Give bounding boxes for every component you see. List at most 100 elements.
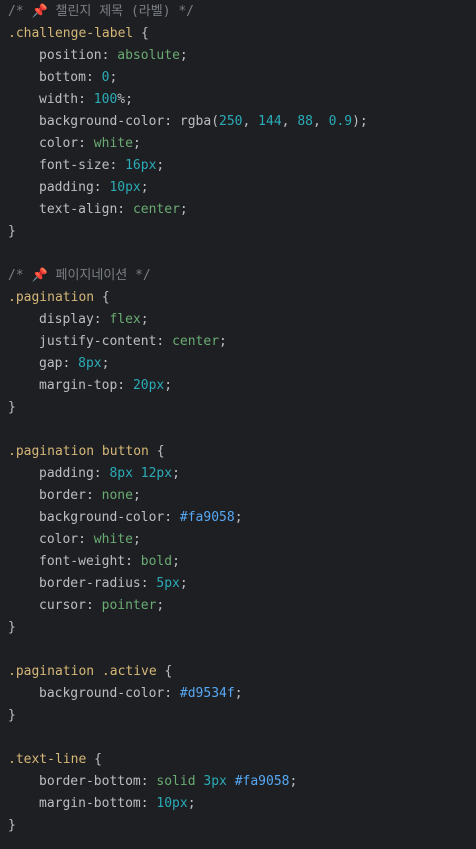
css-property: gap [39,356,63,371]
css-property: border [39,488,86,503]
css-number: 250 [219,114,243,129]
css-property: background-color [39,114,165,129]
css-value: 16px [125,158,157,173]
code-line: padding: 10px; [39,180,149,195]
code-line: color: white; [39,532,141,547]
css-value: solid [156,774,196,789]
code-line: font-size: 16px; [39,158,165,173]
code-line: } [8,818,16,833]
css-selector: .challenge-label [8,26,134,41]
code-line: cursor: pointer; [39,598,165,613]
css-property: bottom [39,70,86,85]
comment-open: /* [8,268,32,283]
css-value: 12px [140,466,173,481]
css-value: bold [140,554,173,569]
code-line: .text-line { [8,752,102,767]
css-property: color [39,532,79,547]
css-number: 88 [297,114,313,129]
css-value: 100 [93,92,118,107]
code-line: width: 100%; [39,92,133,107]
code-line: border: none; [39,488,141,503]
code-line: background-color: #fa9058; [39,510,243,525]
comment-text: 챌린지 제목 (라벨) */ [47,4,195,19]
code-line: position: absolute; [39,48,188,63]
code-line: border-radius: 5px; [39,576,188,591]
pin-icon: 📌 [31,268,48,283]
css-property: background-color [39,686,165,701]
code-line: text-align: center; [39,202,188,217]
code-line: .pagination .active { [8,664,173,679]
css-value: center [172,334,220,349]
css-value: white [93,532,133,547]
css-selector: .pagination [8,290,95,305]
code-line: } [8,708,16,723]
code-line: bottom: 0; [39,70,118,85]
css-value: center [132,202,180,217]
css-value: 8px [109,466,133,481]
code-line: } [8,620,16,635]
css-property: border-radius [39,576,141,591]
css-selector: .text-line [8,752,87,767]
css-property: border-bottom [39,774,141,789]
css-unit: % [117,92,126,107]
css-selector: .pagination .active [8,664,157,679]
css-value: 3px [203,774,227,789]
css-value: flex [109,312,141,327]
code-line: .challenge-label { [8,26,149,41]
code-line: background-color: rgba(250, 144, 88, 0.9… [39,114,368,129]
css-value: white [93,136,133,151]
css-property: margin-bottom [39,796,141,811]
comment-text: 페이지네이션 */ [47,268,151,283]
css-property: text-align [39,202,118,217]
code-line: } [8,224,16,239]
css-selector: .pagination button [8,444,149,459]
css-value: none [101,488,133,503]
css-property: width [39,92,79,107]
css-property: margin-top [39,378,118,393]
code-line: .pagination { [8,290,110,305]
code-line: background-color: #d9534f; [39,686,243,701]
css-value: #fa9058 [179,510,235,525]
css-value: #d9534f [179,686,235,701]
css-value: 10px [109,180,141,195]
css-value: #fa9058 [234,774,290,789]
css-number: 0.9 [328,114,353,129]
css-number: 144 [258,114,282,129]
pin-icon: 📌 [31,4,48,19]
css-value: 10px [156,796,188,811]
code-line: /* 📌 챌린지 제목 (라벨) */ [0,1,476,23]
code-line: /* 📌 페이지네이션 */ [0,265,476,287]
code-line: .pagination button { [8,444,165,459]
code-line: color: white; [39,136,141,151]
css-property: justify-content [39,334,157,349]
css-value: absolute [117,48,180,63]
css-property: color [39,136,79,151]
comment-open: /* [8,4,32,19]
css-property: background-color [39,510,165,525]
code-line: justify-content: center; [39,334,227,349]
code-line: margin-bottom: 10px; [39,796,196,811]
css-value: pointer [101,598,157,613]
code-line: font-weight: bold; [39,554,180,569]
code-line: gap: 8px; [39,356,110,371]
css-property: font-size [39,158,110,173]
code-line: padding: 8px 12px; [39,466,180,481]
code-editor[interactable]: /* 📌 챌린지 제목 (라벨) */ .challenge-label { p… [0,0,476,849]
css-property: padding [39,180,94,195]
css-value: 8px [78,356,102,371]
css-value: 20px [132,378,165,393]
css-value: 5px [156,576,180,591]
css-property: cursor [39,598,86,613]
code-line: border-bottom: solid 3px #fa9058; [39,774,298,789]
code-line: } [8,400,16,415]
css-property: position [39,48,102,63]
css-property: padding [39,466,94,481]
css-property: font-weight [39,554,126,569]
css-function: rgba [179,114,212,129]
code-line: display: flex; [39,312,149,327]
code-line: margin-top: 20px; [39,378,173,393]
